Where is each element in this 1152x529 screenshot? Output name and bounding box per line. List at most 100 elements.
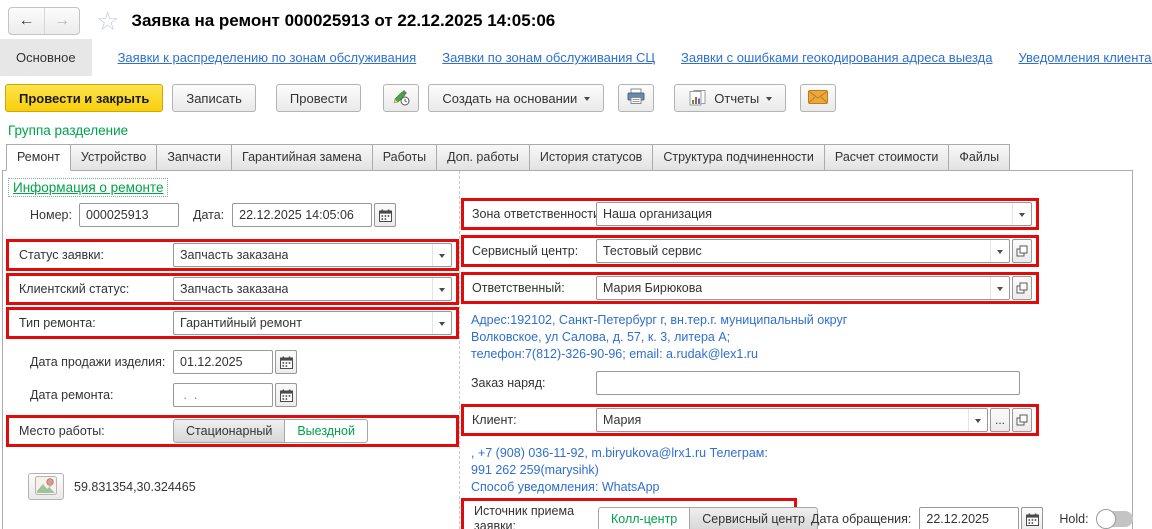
edit-pencil-icon-button[interactable] (383, 84, 419, 112)
reports-button[interactable]: Отчеты (674, 84, 786, 112)
source-service-center-button[interactable]: Сервисный центр (689, 507, 818, 529)
back-button[interactable]: ← (9, 8, 44, 34)
create-based-on-button[interactable]: Создать на основании (428, 84, 604, 112)
group-separator-label: Группа разделение (8, 123, 1152, 138)
chevron-down-icon[interactable] (432, 244, 451, 266)
responsible-combobox[interactable]: Мария Бирюкова (596, 276, 1010, 300)
client-status-label: Клиентский статус: (11, 282, 173, 296)
sale-date-input[interactable]: 01.12.2025 (173, 350, 273, 374)
coordinates-text: 59.831354,30.324465 (74, 480, 196, 494)
client-contacts-link[interactable]: , +7 (908) 036-11-92, m.biryukova@lrx1.r… (471, 445, 1135, 496)
work-place-label: Место работы: (11, 424, 173, 438)
printer-icon (627, 88, 645, 108)
calendar-icon-button[interactable] (374, 203, 396, 227)
responsible-field-highlight: Ответственный: Мария Бирюкова (461, 272, 1039, 304)
map-button[interactable] (28, 473, 64, 500)
tab-extra-works[interactable]: Доп. работы (436, 144, 530, 171)
tab-strip: Ремонт Устройство Запчасти Гарантийная з… (6, 144, 1152, 171)
chevron-down-icon[interactable] (432, 312, 451, 334)
chevron-down-icon[interactable] (990, 240, 1009, 262)
nav-link-distribution-by-zones[interactable]: Заявки к распределению по зонам обслужив… (118, 39, 417, 76)
open-item-icon (1016, 245, 1028, 257)
service-center-combobox[interactable]: Тестовый сервис (596, 239, 1010, 263)
right-column: Зона ответственности: Наша организация С… (459, 171, 1135, 529)
create-based-on-label: Создать на основании (442, 91, 577, 106)
service-center-address-link[interactable]: Адрес:192102, Санкт-Петербург г, вн.тер.… (471, 312, 1135, 363)
title-bar: ← → ☆ Заявка на ремонт 000025913 от 22.1… (0, 0, 1152, 39)
work-order-input[interactable] (596, 371, 1020, 395)
favorite-star-icon[interactable]: ☆ (96, 8, 119, 34)
print-button[interactable] (618, 84, 654, 112)
nav-link-geocoding-errors[interactable]: Заявки с ошибками геокодирования адреса … (681, 39, 992, 76)
work-place-switch: Стационарный Выездной (173, 419, 368, 443)
source-field-highlight: Источник приема заявки: Колл-центр Серви… (461, 498, 797, 529)
repair-info-group-title[interactable]: Информация о ремонте (8, 178, 168, 197)
status-label: Статус заявки: (11, 248, 173, 262)
tab-warranty-replacement[interactable]: Гарантийная замена (231, 144, 373, 171)
open-item-icon-button[interactable] (1012, 408, 1032, 432)
responsibility-zone-combobox[interactable]: Наша организация (596, 202, 1032, 226)
work-place-onsite-button[interactable]: Выездной (284, 419, 368, 443)
number-input[interactable]: 000025913 (79, 203, 179, 227)
post-and-close-button[interactable]: Провести и закрыть (5, 84, 163, 112)
service-center-label: Сервисный центр: (466, 244, 596, 258)
request-date-label: Дата обращения: (811, 512, 911, 526)
tab-works[interactable]: Работы (372, 144, 437, 171)
tab-device[interactable]: Устройство (70, 144, 157, 171)
repair-date-label: Дата ремонта: (6, 388, 173, 402)
hold-toggle[interactable] (1097, 511, 1133, 527)
status-combobox[interactable]: Запчасть заказана (173, 243, 452, 267)
number-label: Номер: (6, 208, 79, 222)
work-order-label: Заказ наряд: (461, 376, 596, 390)
open-item-icon-button[interactable] (1012, 276, 1032, 300)
repair-request-window: ← → ☆ Заявка на ремонт 000025913 от 22.1… (0, 0, 1152, 529)
repair-type-combobox[interactable]: Гарантийный ремонт (173, 311, 452, 335)
responsible-label: Ответственный: (466, 281, 596, 295)
nav-link-zones-sc[interactable]: Заявки по зонам обслуживания СЦ (442, 39, 655, 76)
chevron-down-icon[interactable] (968, 409, 987, 431)
email-button[interactable] (800, 84, 836, 112)
repair-date-input[interactable]: . . (173, 383, 273, 407)
request-date-input[interactable]: 22.12.2025 (919, 507, 1019, 529)
open-item-icon-button[interactable] (1012, 239, 1032, 263)
tab-cost-calculation[interactable]: Расчет стоимости (824, 144, 950, 171)
calendar-icon-button[interactable] (1021, 507, 1043, 529)
reports-label: Отчеты (714, 91, 759, 106)
history-nav: ← → (8, 7, 80, 35)
repair-type-field-highlight: Тип ремонта: Гарантийный ремонт (6, 307, 459, 339)
pencil-clock-icon (392, 88, 410, 109)
form-nav-panel: Основное Заявки к распределению по зонам… (0, 39, 1152, 76)
reports-icon (688, 90, 707, 106)
client-status-combobox[interactable]: Запчасть заказана (173, 277, 452, 301)
chevron-down-icon[interactable] (432, 278, 451, 300)
status-field-highlight: Статус заявки: Запчасть заказана (6, 239, 459, 271)
map-pin-icon (35, 476, 57, 498)
service-center-field-highlight: Сервисный центр: Тестовый сервис (461, 235, 1039, 267)
source-call-center-button[interactable]: Колл-центр (598, 507, 690, 529)
work-place-field-highlight: Место работы: Стационарный Выездной (6, 415, 459, 447)
tab-parts[interactable]: Запчасти (156, 144, 232, 171)
work-place-stationary-button[interactable]: Стационарный (173, 419, 285, 443)
date-input[interactable]: 22.12.2025 14:05:06 (232, 203, 372, 227)
client-combobox[interactable]: Мария (596, 408, 988, 432)
repair-type-label: Тип ремонта: (11, 316, 173, 330)
tab-subordination-structure[interactable]: Структура подчиненности (652, 144, 825, 171)
client-label: Клиент: (466, 413, 596, 427)
tab-status-history[interactable]: История статусов (529, 144, 653, 171)
hold-label: Hold: (1059, 512, 1088, 526)
calendar-icon-button[interactable] (275, 383, 297, 407)
chevron-down-icon[interactable] (990, 277, 1009, 299)
left-column: Номер: 000025913 Дата: 22.12.2025 14:05:… (6, 203, 459, 500)
save-button[interactable]: Записать (172, 84, 256, 112)
tab-files[interactable]: Файлы (948, 144, 1010, 171)
chevron-down-icon[interactable] (1012, 203, 1031, 225)
nav-tab-main[interactable]: Основное (0, 39, 92, 76)
nav-link-client-notifications[interactable]: Уведомления клиентам о изм (1018, 39, 1152, 76)
forward-button[interactable]: → (44, 8, 79, 34)
more-options-button[interactable]: ... (990, 408, 1010, 432)
sale-date-label: Дата продажи изделия: (6, 355, 173, 369)
calendar-icon-button[interactable] (275, 350, 297, 374)
tab-repair[interactable]: Ремонт (6, 144, 71, 171)
responsibility-zone-label: Зона ответственности: (466, 207, 596, 221)
post-button[interactable]: Провести (276, 84, 362, 112)
